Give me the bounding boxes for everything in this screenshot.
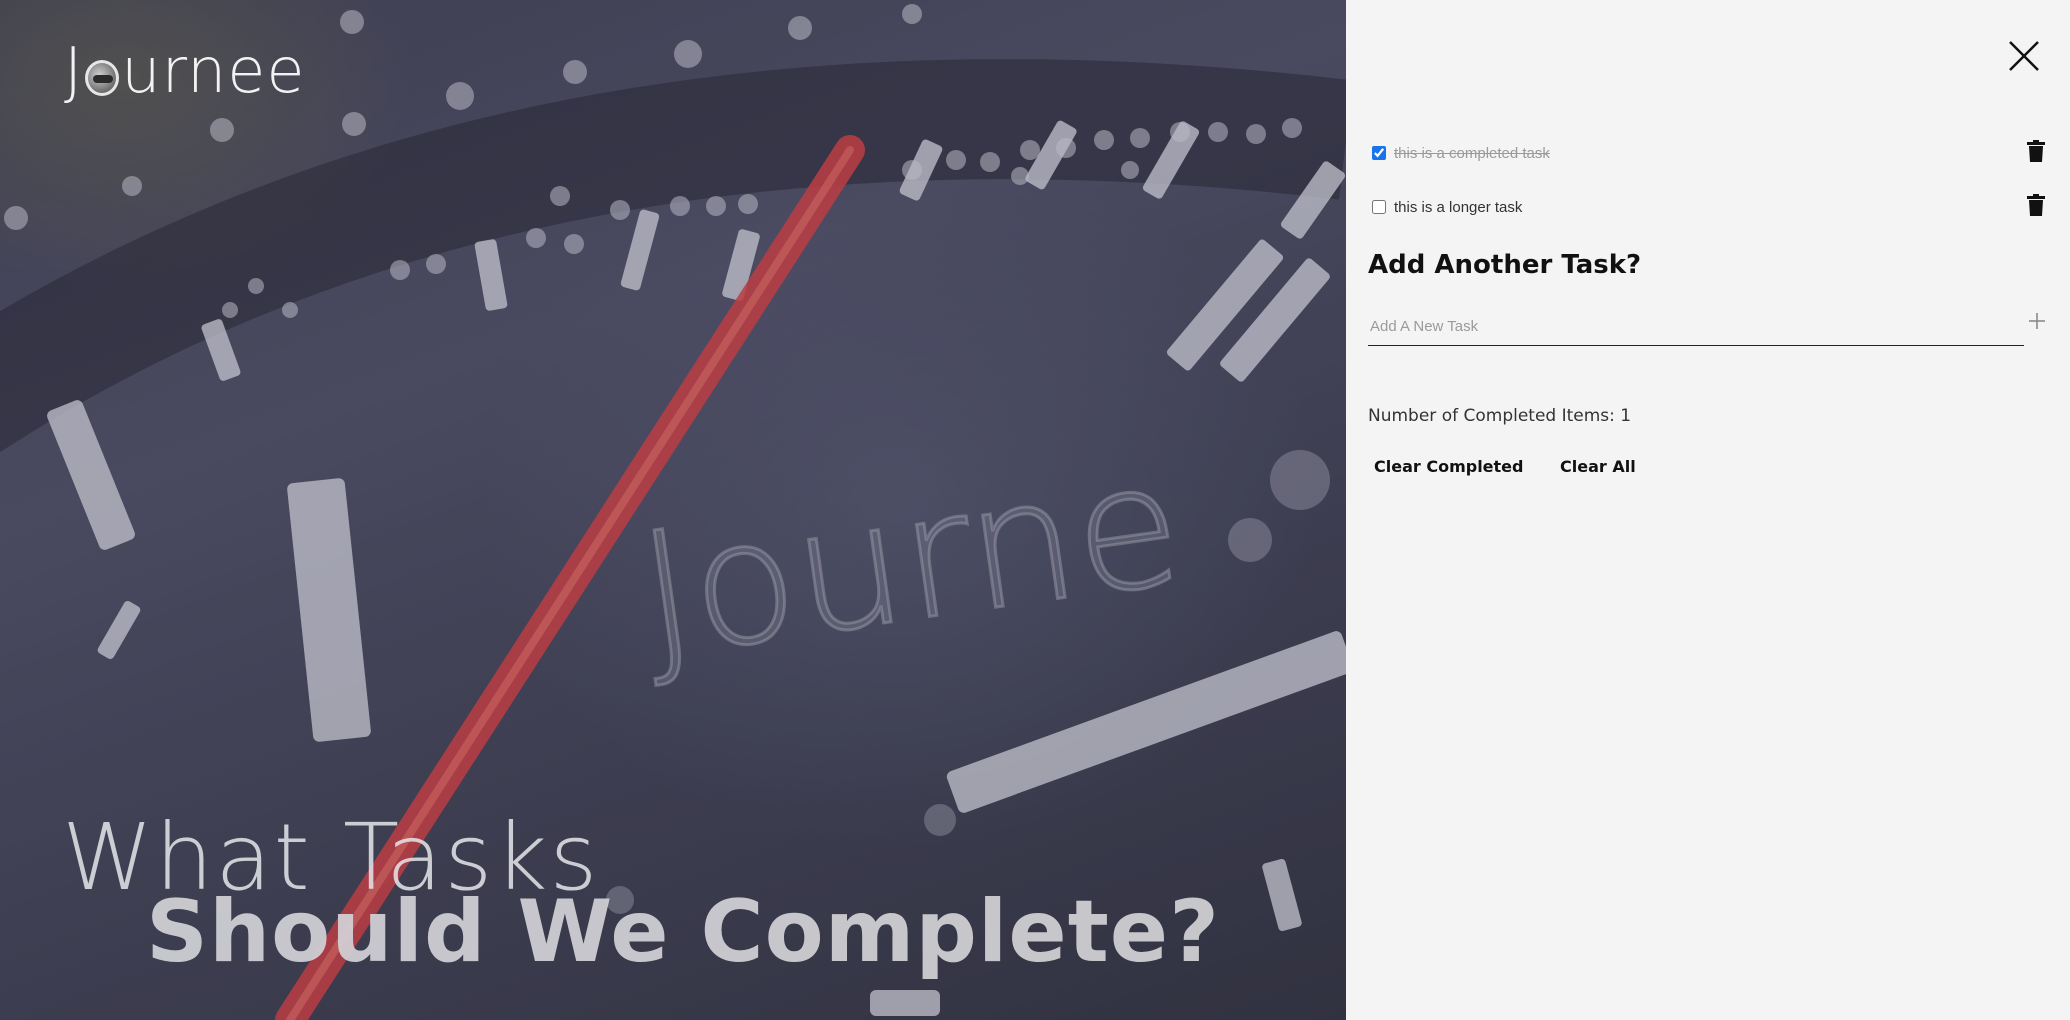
clear-all-button[interactable]: Clear All (1554, 455, 1642, 478)
task-label: this is a longer task (1394, 198, 1523, 216)
delete-task-button[interactable] (2027, 140, 2045, 162)
close-icon (2009, 41, 2039, 71)
logo-letter-j: J (64, 34, 84, 107)
task-item: this is a longer task (1372, 196, 1522, 218)
close-button[interactable] (2006, 38, 2042, 74)
task-checkbox[interactable] (1372, 146, 1386, 160)
logo-suffix: urnee (121, 34, 306, 107)
task-label: this is a completed task (1394, 144, 1550, 162)
completed-count: Number of Completed Items: 1 (1368, 406, 1632, 426)
trash-icon (2027, 194, 2045, 216)
trash-icon (2027, 140, 2045, 162)
task-item: this is a completed task (1372, 142, 1550, 164)
plus-icon (2029, 313, 2045, 329)
new-task-input[interactable] (1368, 308, 2024, 346)
task-checkbox[interactable] (1372, 200, 1386, 214)
hero-background: Journe Jurnee What Tasks Should We Compl… (0, 0, 1346, 1020)
brand-logo[interactable]: Jurnee (64, 36, 306, 106)
helmet-icon (85, 60, 120, 96)
delete-task-button[interactable] (2027, 194, 2045, 216)
add-task-heading: Add Another Task? (1368, 250, 1642, 280)
add-task-button[interactable] (2028, 312, 2046, 330)
clear-completed-button[interactable]: Clear Completed (1368, 455, 1529, 478)
hero-headline-bold: Should We Complete? (146, 882, 1221, 982)
